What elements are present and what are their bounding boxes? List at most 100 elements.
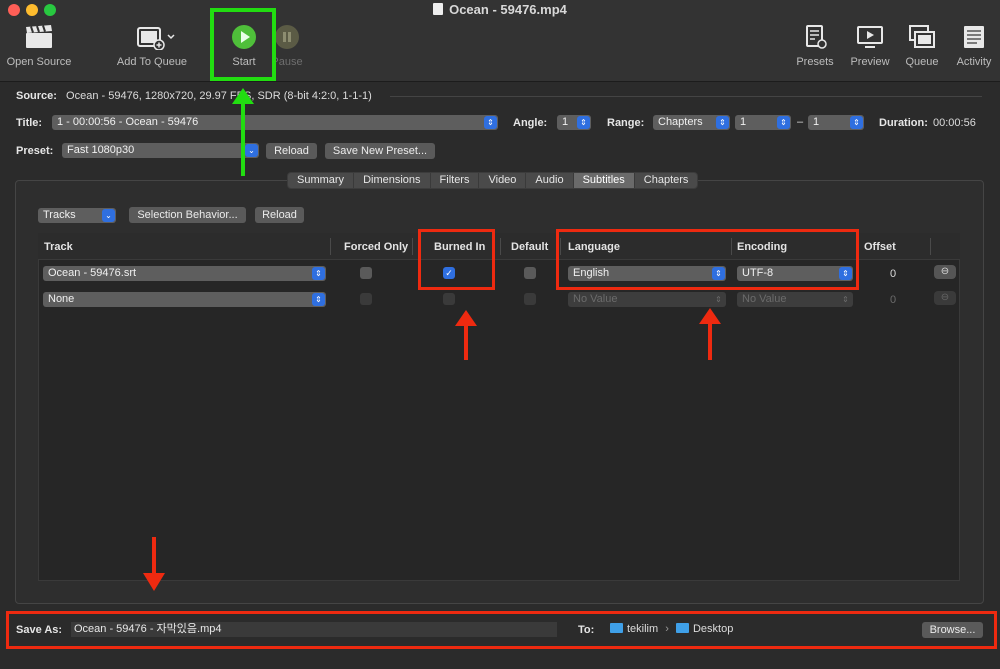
column-forced-only: Forced Only xyxy=(344,241,409,253)
annotation-red-arrow xyxy=(699,308,721,360)
open-source-label: Open Source xyxy=(6,56,72,68)
tab-filters[interactable]: Filters xyxy=(431,173,480,188)
tab-subtitles[interactable]: Subtitles xyxy=(573,173,635,188)
preset-label: Preset: xyxy=(16,145,54,157)
window-title-text: Ocean - 59476.mp4 xyxy=(449,2,567,17)
annotation-burned-in-highlight xyxy=(418,229,495,290)
chevron-down-icon: ⌄ xyxy=(102,209,115,222)
preview-label: Preview xyxy=(850,56,890,68)
forced-only-checkbox[interactable] xyxy=(360,293,372,305)
angle-select-value: 1 xyxy=(562,116,569,128)
document-icon xyxy=(433,3,444,15)
preset-reload-button[interactable]: Reload xyxy=(266,143,317,159)
range-type-value: Chapters xyxy=(658,116,703,128)
encoding-select[interactable]: No Value ⇕ xyxy=(737,292,853,307)
column-separator xyxy=(330,238,331,255)
clapperboard-icon xyxy=(26,25,52,48)
queue-icon xyxy=(909,25,935,48)
chevron-updown-icon: ⇕ xyxy=(842,295,849,304)
annotation-green-arrow xyxy=(232,88,254,176)
open-source-button[interactable]: Open Source xyxy=(6,24,72,68)
duration-value: 00:00:56 xyxy=(933,117,976,129)
add-to-queue-label: Add To Queue xyxy=(116,56,188,68)
title-select-value: 1 - 00:00:56 - Ocean - 59476 xyxy=(57,116,199,128)
activity-button[interactable]: Activity xyxy=(952,24,996,68)
selection-behavior-button[interactable]: Selection Behavior... xyxy=(129,207,246,223)
chevron-updown-icon: ⇕ xyxy=(312,267,325,280)
presets-button[interactable]: Presets xyxy=(794,24,836,68)
range-type-select[interactable]: Chapters ⇕ xyxy=(653,115,730,130)
default-checkbox[interactable] xyxy=(524,293,536,305)
window-toolbar: Ocean - 59476.mp4 Open Source Add To Que… xyxy=(0,0,1000,82)
add-to-queue-button[interactable]: Add To Queue xyxy=(114,24,190,68)
range-start-value: 1 xyxy=(740,116,747,128)
annotation-save-row-highlight xyxy=(6,611,997,649)
forced-only-checkbox[interactable] xyxy=(360,267,372,279)
source-label: Source: xyxy=(16,90,57,102)
tracks-menu[interactable]: Tracks ⌄ xyxy=(38,208,116,223)
pause-icon xyxy=(275,25,299,49)
range-start-select[interactable]: 1 ⇕ xyxy=(735,115,791,130)
annotation-language-encoding-highlight xyxy=(556,229,859,290)
column-separator xyxy=(412,238,413,255)
encoding-select-value: No Value xyxy=(742,293,787,305)
track-select[interactable]: None ⇕ xyxy=(43,292,326,307)
column-separator xyxy=(500,238,501,255)
range-label: Range: xyxy=(607,117,645,129)
range-end-value: 1 xyxy=(813,116,820,128)
queue-button[interactable]: Queue xyxy=(902,24,942,68)
annotation-start-highlight xyxy=(210,8,276,81)
chevron-updown-icon: ⇕ xyxy=(777,116,790,129)
range-end-select[interactable]: 1 ⇕ xyxy=(808,115,864,130)
tab-video[interactable]: Video xyxy=(479,173,527,188)
chevron-updown-icon: ⇕ xyxy=(715,295,722,304)
column-separator xyxy=(930,238,931,255)
default-checkbox[interactable] xyxy=(524,267,536,279)
add-to-queue-icon xyxy=(137,27,175,50)
duration-label: Duration: xyxy=(879,117,928,129)
source-value: Ocean - 59476, 1280x720, 29.97 FPS, SDR … xyxy=(66,90,372,102)
tab-summary[interactable]: Summary xyxy=(288,173,355,188)
remove-track-button[interactable]: ⊖ xyxy=(934,291,956,305)
minus-circle-icon: ⊖ xyxy=(940,266,950,277)
track-select[interactable]: Ocean - 59476.srt ⇕ xyxy=(43,266,326,281)
title-select[interactable]: 1 - 00:00:56 - Ocean - 59476 ⇕ xyxy=(52,115,498,130)
tab-dimensions[interactable]: Dimensions xyxy=(354,173,431,188)
language-select[interactable]: No Value ⇕ xyxy=(568,292,726,307)
burned-in-checkbox[interactable] xyxy=(443,293,455,305)
source-divider xyxy=(390,96,982,97)
presets-icon xyxy=(806,25,827,49)
offset-value[interactable]: 0 xyxy=(890,294,896,306)
tab-audio[interactable]: Audio xyxy=(526,173,574,188)
minus-circle-icon: ⊖ xyxy=(940,292,950,303)
track-select-value: None xyxy=(48,293,75,305)
presets-label: Presets xyxy=(796,56,834,68)
offset-value[interactable]: 0 xyxy=(890,268,896,280)
preset-select-value: Fast 1080p30 xyxy=(67,144,135,156)
activity-log-icon xyxy=(964,26,984,48)
save-new-preset-button[interactable]: Save New Preset... xyxy=(325,143,435,159)
queue-label: Queue xyxy=(905,56,939,68)
column-offset: Offset xyxy=(864,241,896,253)
activity-label: Activity xyxy=(956,56,992,68)
chevron-updown-icon: ⇕ xyxy=(484,116,497,129)
remove-track-button[interactable]: ⊖ xyxy=(934,265,956,279)
tracks-menu-label: Tracks xyxy=(43,209,76,221)
tab-chapters[interactable]: Chapters xyxy=(635,173,698,188)
title-label: Title: xyxy=(16,117,43,129)
angle-label: Angle: xyxy=(513,117,548,129)
range-separator: – xyxy=(797,116,804,128)
preview-button[interactable]: Preview xyxy=(848,24,892,68)
subtitles-reload-button[interactable]: Reload xyxy=(255,207,304,223)
annotation-red-arrow xyxy=(455,310,477,360)
window-title: Ocean - 59476.mp4 xyxy=(0,2,1000,17)
annotation-red-arrow xyxy=(143,537,165,591)
column-track: Track xyxy=(44,241,73,253)
column-default: Default xyxy=(511,241,549,253)
chevron-updown-icon: ⇕ xyxy=(850,116,863,129)
monitor-icon xyxy=(857,26,883,48)
source-row: Source: Ocean - 59476, 1280x720, 29.97 F… xyxy=(16,90,372,102)
chevron-updown-icon: ⇕ xyxy=(577,116,590,129)
language-select-value: No Value xyxy=(573,293,618,305)
angle-select[interactable]: 1 ⇕ xyxy=(557,115,591,130)
